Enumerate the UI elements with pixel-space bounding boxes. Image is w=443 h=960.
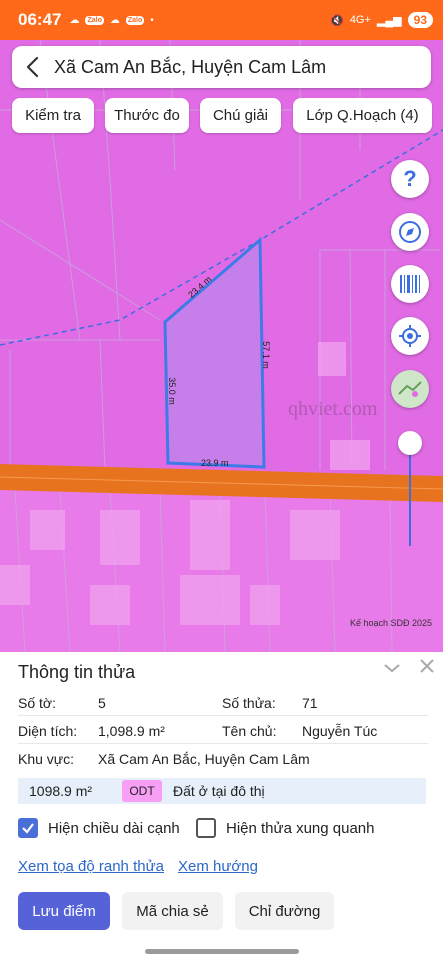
zalo-icon: Zalo [125, 15, 145, 25]
info-row-sheet: Số tờ: 5 Số thửa: 71 [18, 690, 428, 716]
sheet-value: 5 [98, 695, 106, 711]
zalo-icon: Zalo [85, 15, 104, 25]
area-label: Diện tích: [18, 723, 78, 739]
close-icon[interactable] [417, 656, 437, 676]
show-neighbor-parcels-label: Hiện thửa xung quanh [226, 819, 375, 837]
show-edge-lengths-label: Hiện chiều dài cạnh [48, 819, 180, 837]
barcode-icon [400, 275, 420, 293]
cloud-icon: ☁ [69, 14, 80, 26]
measure-button[interactable]: Thước đo [105, 98, 189, 133]
my-location-button[interactable] [391, 317, 429, 355]
barcode-button[interactable] [391, 265, 429, 303]
panel-title: Thông tin thửa [18, 662, 136, 682]
cloud-icon: ☁ [109, 14, 120, 26]
back-icon[interactable] [12, 46, 54, 88]
checkbox-checked-icon[interactable] [18, 818, 38, 838]
location-title: Xã Cam An Bắc, Huyện Cam Lâm [54, 56, 327, 77]
chevron-down-icon[interactable] [382, 658, 402, 678]
show-neighbor-parcels-checkbox[interactable]: Hiện thửa xung quanh [196, 818, 374, 838]
edge-label-right: 57.1 m [260, 341, 271, 369]
edge-label-left: 35.0 m [166, 377, 177, 405]
map-thumbnail-icon [398, 381, 422, 397]
info-row-area: Diện tích: 1,098.9 m² Tên chủ: Nguyễn Tú… [18, 718, 428, 744]
home-indicator[interactable] [145, 949, 299, 954]
land-use-area: 1098.9 m² [29, 783, 93, 799]
area-value: 1,098.9 m² [98, 723, 165, 739]
owner-value: Nguyễn Túc [302, 723, 378, 739]
region-label: Khu vực: [18, 751, 75, 767]
parcel-info-panel: Thông tin thửa Số tờ: 5 Số thửa: 71 Diện… [0, 652, 443, 960]
status-bar: 06:47 ☁ Zalo ☁ Zalo • 🔇 4G+ ▂▄▆ 93 [0, 0, 443, 40]
battery-icon: 93 [407, 12, 433, 28]
opacity-slider-track[interactable] [409, 454, 411, 546]
edge-label-bottom: 23.9 m [201, 458, 229, 468]
planning-layers-button[interactable]: Lớp Q.Hoạch (4) [293, 98, 432, 133]
map-style-button[interactable] [391, 370, 429, 408]
info-row-region: Khu vực: Xã Cam An Bắc, Huyện Cam Lâm [18, 746, 428, 772]
map-caption: Kế hoạch SDĐ 2025 [350, 618, 433, 628]
sheet-label: Số tờ: [18, 695, 56, 711]
region-value: Xã Cam An Bắc, Huyện Cam Lâm [98, 751, 310, 767]
share-code-button[interactable]: Mã chia sẻ [122, 892, 223, 930]
check-button[interactable]: Kiểm tra [12, 98, 94, 133]
checkbox-unchecked-icon[interactable] [196, 818, 216, 838]
view-direction-link[interactable]: Xem hướng [178, 858, 258, 875]
compass-button[interactable] [391, 213, 429, 251]
save-point-button[interactable]: Lưu điểm [18, 892, 110, 930]
view-boundary-coords-link[interactable]: Xem tọa độ ranh thửa [18, 858, 164, 875]
parcel-value: 71 [302, 695, 318, 711]
network-label: 4G+ [349, 14, 371, 26]
mute-icon: 🔇 [330, 14, 344, 27]
land-use-description: Đất ở tại đô thị [173, 783, 265, 799]
map-watermark: qhviet.com [288, 398, 378, 420]
legend-button[interactable]: Chú giải [200, 98, 281, 133]
opacity-slider-knob[interactable] [398, 431, 422, 455]
show-edge-lengths-checkbox[interactable]: Hiện chiều dài cạnh [18, 818, 180, 838]
location-search-bar[interactable]: Xã Cam An Bắc, Huyện Cam Lâm [12, 46, 431, 88]
land-use-row: 1098.9 m² ODT Đất ở tại đô thị [18, 778, 426, 804]
crosshair-icon [399, 325, 421, 347]
signal-icon: ▂▄▆ [376, 14, 402, 27]
owner-label: Tên chủ: [222, 723, 277, 739]
help-button[interactable]: ? [391, 160, 429, 198]
parcel-label: Số thửa: [222, 695, 276, 711]
directions-button[interactable]: Chỉ đường [235, 892, 334, 930]
question-icon: ? [403, 166, 417, 191]
land-use-code-badge: ODT [122, 780, 162, 802]
compass-icon [399, 221, 421, 243]
status-time: 06:47 [18, 10, 62, 29]
notification-icons: ☁ Zalo ☁ Zalo • [69, 15, 153, 26]
dot-icon: • [150, 14, 154, 26]
map-toolbar: Kiểm tra Thước đo Chú giải Lớp Q.Hoạch (… [12, 98, 432, 134]
